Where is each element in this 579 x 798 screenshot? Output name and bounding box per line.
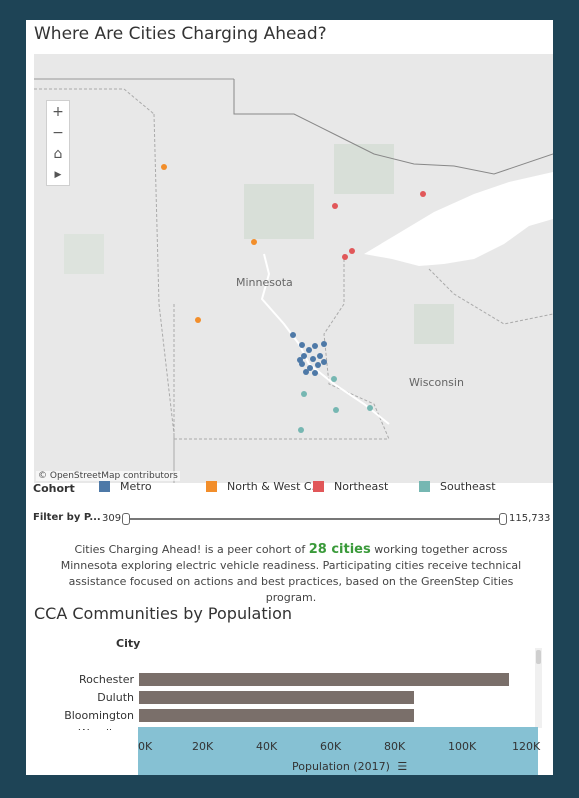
swatch [206, 481, 217, 492]
map-canvas [34, 78, 553, 483]
axis-tick-label: 100K [448, 740, 477, 753]
map-point[interactable] [332, 203, 338, 209]
map-point[interactable] [333, 407, 339, 413]
axis-tick-label: 60K [320, 740, 342, 753]
map-point[interactable] [321, 359, 327, 365]
swatch [419, 481, 430, 492]
bar-category-label: Duluth [97, 691, 134, 704]
border-line [173, 304, 389, 440]
legend-item-label: Northeast [334, 480, 389, 493]
map-point[interactable] [315, 362, 321, 368]
map-point[interactable] [331, 376, 337, 382]
map-point[interactable] [420, 191, 426, 197]
filter-label: Filter by P... [33, 512, 101, 523]
map-point[interactable] [310, 356, 316, 362]
axis-label-text: Population (2017) [292, 760, 390, 773]
map-point[interactable] [299, 342, 305, 348]
bar[interactable] [139, 673, 510, 686]
x-axis-label: Population (2017) ☰ [292, 760, 407, 773]
filter-min-handle[interactable] [122, 513, 130, 525]
map-point[interactable] [303, 369, 309, 375]
bar-chart-rows: RochesterDuluthBloomingtonWoodburyEagan [26, 648, 553, 730]
cohort-legend: Cohort Metro North & West C... Northeast… [26, 478, 553, 498]
bar-category-label: Bloomington [64, 709, 134, 722]
map-point[interactable] [290, 332, 296, 338]
legend-label: Cohort [33, 482, 75, 495]
map-point[interactable] [312, 370, 318, 376]
bar[interactable] [139, 691, 415, 704]
river [308, 363, 390, 425]
filter-max-handle[interactable] [499, 513, 507, 525]
map-point[interactable] [195, 317, 201, 323]
scrollbar-thumb[interactable] [536, 650, 541, 664]
description-text: Cities Charging Ahead! is a peer cohort … [56, 542, 526, 606]
forest-area [244, 184, 314, 239]
map-point[interactable] [301, 391, 307, 397]
map-point[interactable] [161, 164, 167, 170]
swatch [99, 481, 110, 492]
map-point[interactable] [312, 343, 318, 349]
description-part: Cities Charging Ahead! is a peer cohort … [74, 543, 309, 556]
swatch [313, 481, 324, 492]
dashboard-panel: Where Are Cities Charging Ahead? Minneso… [26, 20, 553, 775]
forest-area [334, 144, 394, 194]
legend-item-southeast[interactable]: Southeast [419, 480, 496, 493]
axis-tick-label: 80K [384, 740, 406, 753]
chart-scrollbar[interactable] [535, 648, 542, 728]
map-title: Where Are Cities Charging Ahead? [34, 24, 327, 44]
axis-tick-label: 120K [512, 740, 541, 753]
x-axis: Population (2017) ☰ 0K 20K 40K 60K 80K 100K 12… [138, 727, 541, 775]
north-west-points [161, 164, 257, 323]
map-label-neighbor: Wisconsin [409, 376, 464, 389]
legend-item-label: North & West C... [227, 480, 323, 493]
filter-min-value: 309 [102, 513, 122, 524]
expand-icon[interactable]: ▶ [47, 164, 69, 185]
forest-area [64, 234, 104, 274]
forest-area [414, 304, 454, 344]
zoom-out-button[interactable]: − [47, 122, 69, 143]
bar-category-label: Rochester [79, 673, 134, 686]
map-point[interactable] [306, 347, 312, 353]
map-point[interactable] [367, 405, 373, 411]
zoom-controls: + − ⌂ ▶ [46, 100, 70, 186]
map-point[interactable] [342, 254, 348, 260]
map-point[interactable] [251, 239, 257, 245]
axis-tick-label: 0K [138, 740, 153, 753]
filter-max-value: 115,733 [509, 513, 551, 524]
map-view[interactable]: Minnesota Wisconsin + − ⌂ ▶ © OpenStreet… [34, 54, 553, 483]
map-point[interactable] [317, 353, 323, 359]
map-point[interactable] [321, 341, 327, 347]
filter-slider-track[interactable] [126, 518, 502, 520]
legend-item-label: Metro [120, 480, 152, 493]
map-label-state: Minnesota [236, 276, 293, 289]
sort-icon[interactable]: ☰ [397, 760, 407, 773]
population-filter: Filter by P... 309 115,733 [26, 510, 553, 526]
axis-tick-label: 40K [256, 740, 278, 753]
bar-category-label: Woodbury [26, 727, 134, 730]
axis-tick-label: 20K [192, 740, 214, 753]
legend-item-label: Southeast [440, 480, 496, 493]
description-highlight: 28 cities [308, 542, 371, 557]
legend-item-northeast[interactable]: Northeast [313, 480, 388, 493]
legend-item-north-west[interactable]: North & West C... [206, 480, 322, 493]
bar-chart-title: CCA Communities by Population [34, 604, 292, 623]
legend-item-metro[interactable]: Metro [99, 480, 152, 493]
home-icon[interactable]: ⌂ [47, 143, 69, 164]
zoom-in-button[interactable]: + [47, 101, 69, 122]
bar[interactable] [139, 709, 414, 722]
map-point[interactable] [297, 357, 303, 363]
map-point[interactable] [349, 248, 355, 254]
map-point[interactable] [298, 427, 304, 433]
